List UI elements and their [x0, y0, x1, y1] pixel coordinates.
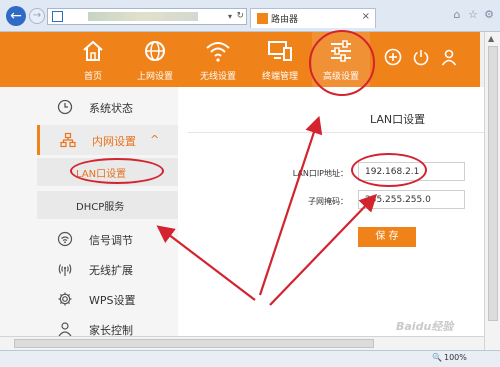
globe-icon	[145, 41, 165, 61]
sidebar-item-label: 内网设置	[92, 135, 136, 148]
page-title: LAN口设置	[370, 113, 426, 126]
status-bar: 🔍 100%	[0, 350, 500, 367]
nav-device-management[interactable]: 终端管理	[252, 32, 308, 87]
favicon-icon	[257, 13, 268, 24]
sidebar-subitem-label: LAN口设置	[76, 169, 127, 180]
sidebar-subitem-lan-port[interactable]: LAN口设置	[37, 158, 178, 186]
subnet-mask-label: 子网掩码：	[308, 197, 348, 206]
star-icon[interactable]: ☆	[466, 8, 480, 22]
scroll-thumb[interactable]	[488, 46, 498, 321]
back-button[interactable]: ←	[6, 6, 26, 26]
nav-label: 高级设置	[322, 72, 359, 82]
devices-icon	[268, 41, 292, 61]
gear-icon[interactable]: ⚙	[482, 8, 496, 22]
tab-close-icon[interactable]: ×	[362, 11, 370, 22]
sidebar-item-label: WPS设置	[89, 294, 136, 307]
nav-wireless-settings[interactable]: 无线设置	[190, 32, 246, 87]
sidebar-subitem-label: DHCP服务	[76, 202, 125, 213]
gear-icon	[58, 292, 72, 306]
user-icon[interactable]	[440, 48, 458, 66]
refresh-icon[interactable]: ↻	[236, 9, 244, 24]
sidebar-item-label: 无线扩展	[89, 264, 133, 277]
scroll-up-icon[interactable]: ▲	[488, 34, 494, 43]
nav-home[interactable]: 首页	[72, 32, 114, 87]
sidebar-item-system-status[interactable]: 系统状态	[37, 92, 178, 122]
add-icon[interactable]	[384, 48, 402, 66]
sidebar-item-label: 信号调节	[89, 234, 133, 247]
signal-icon	[57, 231, 73, 247]
zoom-level[interactable]: 100%	[444, 353, 467, 362]
page-icon	[52, 11, 63, 22]
screenshot-root: ← → ▾ ↻ 路由器 × ⌂ ☆ ⚙ 首页 上网设置 无线设置 终端管理 高级…	[0, 0, 500, 367]
router-header: 首页 上网设置 无线设置 终端管理 高级设置	[0, 32, 480, 87]
lan-ip-input[interactable]: 192.168.2.1	[358, 162, 465, 181]
vertical-scrollbar[interactable]: ▲	[484, 32, 500, 350]
nav-label: 无线设置	[199, 72, 236, 82]
home-icon	[83, 40, 103, 61]
horizontal-scrollbar[interactable]	[0, 336, 484, 350]
main-panel: LAN口设置 LAN口IP地址： 192.168.2.1 子网掩码： 255.2…	[178, 87, 484, 336]
sidebar-item-wireless-extension[interactable]: 无线扩展	[37, 254, 178, 284]
forward-button[interactable]: →	[29, 8, 45, 24]
scroll-thumb[interactable]	[14, 339, 374, 348]
chevron-up-icon[interactable]: ^	[150, 133, 159, 146]
save-button[interactable]: 保 存	[358, 227, 416, 247]
nav-label: 上网设置	[136, 72, 173, 82]
sidebar-subitem-dhcp[interactable]: DHCP服务	[37, 191, 178, 219]
nav-label: 首页	[83, 72, 102, 82]
title-divider	[188, 132, 484, 133]
address-bar[interactable]: ▾ ↻	[47, 8, 247, 25]
nav-advanced-settings[interactable]: 高级设置	[312, 32, 370, 87]
sidebar: 系统状态 内网设置 ^ LAN口设置 DHCP服务 信号调节 无线扩展 WPS设…	[0, 87, 178, 337]
subnet-mask-input[interactable]: 255.255.255.0	[358, 190, 465, 209]
browser-tab[interactable]: 路由器 ×	[250, 8, 376, 28]
browser-toolbar: ← → ▾ ↻ 路由器 × ⌂ ☆ ⚙	[0, 0, 500, 32]
home-icon[interactable]: ⌂	[450, 8, 464, 22]
dropdown-icon[interactable]: ▾	[228, 9, 232, 24]
sliders-icon	[331, 40, 351, 62]
clock-icon	[57, 99, 73, 115]
antenna-icon	[58, 264, 72, 276]
nav-internet-settings[interactable]: 上网设置	[126, 32, 184, 87]
sidebar-item-label: 系统状态	[89, 102, 133, 115]
network-icon	[60, 132, 76, 148]
power-icon[interactable]	[412, 48, 430, 66]
watermark: Baidu经验	[396, 320, 454, 333]
zoom-icon[interactable]: 🔍	[432, 353, 442, 362]
address-text-blurred	[88, 12, 198, 21]
tab-title: 路由器	[271, 15, 299, 25]
nav-label: 终端管理	[261, 72, 298, 82]
sidebar-item-signal-tuning[interactable]: 信号调节	[37, 224, 178, 254]
sidebar-item-wps-settings[interactable]: WPS设置	[37, 284, 178, 314]
user-icon	[58, 322, 72, 337]
lan-ip-label: LAN口IP地址：	[292, 169, 348, 178]
wifi-icon	[206, 42, 230, 62]
sidebar-item-lan-settings[interactable]: 内网设置 ^	[37, 125, 178, 155]
